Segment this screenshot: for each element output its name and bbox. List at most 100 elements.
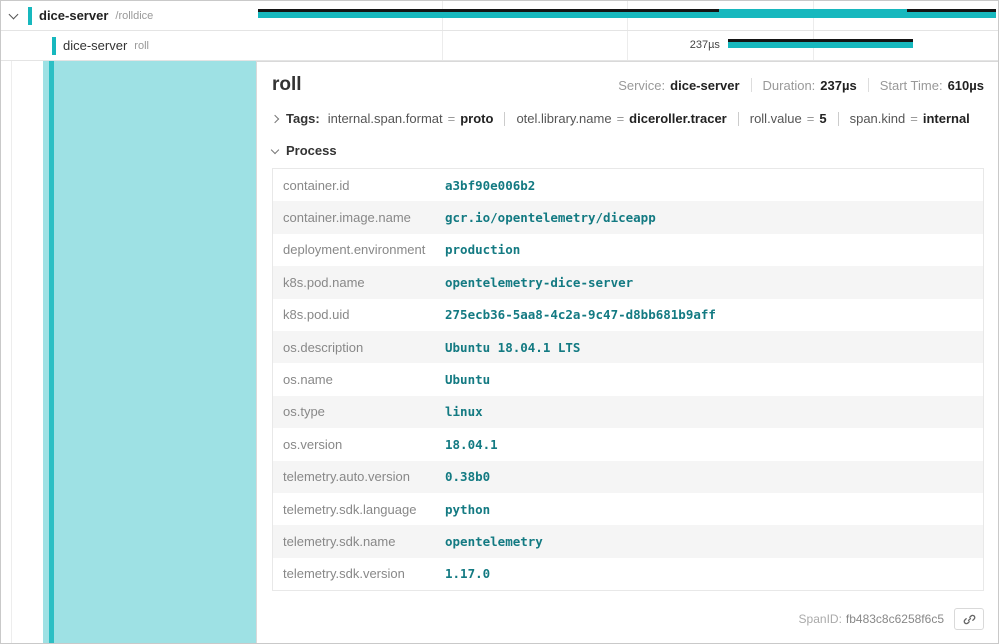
span-detail-header: roll Service: dice-server Duration: 237µ…	[272, 74, 984, 96]
duration-value: 237µs	[820, 78, 856, 93]
tag-equals: =	[448, 111, 456, 126]
span-color-indicator	[28, 7, 32, 25]
span-detail-panel: roll Service: dice-server Duration: 237µ…	[256, 61, 998, 643]
process-row: telemetry.sdk.languagepython	[273, 493, 983, 525]
span-title: roll	[272, 74, 302, 96]
kv-value: linux	[445, 404, 483, 419]
process-kv-table: container.ida3bf90e006b2 container.image…	[272, 168, 984, 591]
kv-key: os.name	[273, 372, 445, 387]
kv-value: production	[445, 242, 520, 257]
process-row: telemetry.sdk.nameopentelemetry	[273, 525, 983, 557]
span-name-root[interactable]: dice-server /rolldice	[1, 1, 256, 30]
kv-key: k8s.pod.uid	[273, 307, 445, 322]
span-name-roll[interactable]: dice-server roll	[1, 31, 256, 60]
process-row: deployment.environmentproduction	[273, 234, 983, 266]
kv-value: opentelemetry	[445, 534, 543, 549]
kv-value: 0.38b0	[445, 469, 490, 484]
tag-value: internal	[923, 111, 970, 126]
kv-value: a3bf90e006b2	[445, 178, 535, 193]
span-color-indicator	[52, 37, 56, 55]
tree-gutter	[1, 61, 43, 643]
service-name: dice-server	[63, 38, 127, 53]
span-bar-roll[interactable]	[728, 39, 913, 48]
tag-key: otel.library.name	[516, 111, 611, 126]
span-color-stripe	[49, 61, 54, 643]
tags-accordion[interactable]: Tags: internal.span.format = proto otel.…	[272, 111, 984, 126]
span-row-root[interactable]: dice-server /rolldice	[1, 1, 998, 31]
kv-key: telemetry.auto.version	[273, 469, 445, 484]
divider	[751, 78, 752, 92]
start-time-label: Start Time:	[880, 78, 943, 93]
tag-value: 5	[819, 111, 826, 126]
tag-equals: =	[910, 111, 918, 126]
process-row: telemetry.sdk.version1.17.0	[273, 558, 983, 590]
divider	[504, 112, 505, 126]
process-row: os.typelinux	[273, 396, 983, 428]
start-time-value: 610µs	[948, 78, 984, 93]
tag-value: diceroller.tracer	[629, 111, 727, 126]
kv-key: telemetry.sdk.name	[273, 534, 445, 549]
tag-equals: =	[807, 111, 815, 126]
tag-item: internal.span.format = proto	[328, 111, 494, 126]
service-name: dice-server	[39, 8, 108, 23]
selected-span-highlight[interactable]	[43, 61, 256, 643]
tree-guide-line	[11, 61, 12, 643]
tag-item: span.kind = internal	[850, 111, 970, 126]
kv-key: os.version	[273, 437, 445, 452]
kv-value: gcr.io/opentelemetry/diceapp	[445, 210, 656, 225]
grid-tick	[442, 31, 443, 60]
detail-row: roll Service: dice-server Duration: 237µ…	[1, 61, 998, 643]
tag-value: proto	[460, 111, 493, 126]
process-accordion[interactable]: Process	[272, 143, 984, 158]
link-icon	[962, 612, 977, 627]
spanid-label: SpanID:	[799, 612, 842, 626]
kv-value: Ubuntu	[445, 372, 490, 387]
grid-tick	[627, 31, 628, 60]
chevron-right-icon[interactable]	[271, 114, 279, 122]
process-row: container.ida3bf90e006b2	[273, 169, 983, 201]
kv-key: container.id	[273, 178, 445, 193]
timeline-roll: 237µs	[256, 31, 998, 60]
span-duration-label: 237µs	[690, 39, 720, 51]
process-row: k8s.pod.nameopentelemetry-dice-server	[273, 266, 983, 298]
copy-deep-link-button[interactable]	[954, 608, 984, 630]
chevron-down-icon[interactable]	[271, 145, 279, 153]
tag-item: roll.value = 5	[750, 111, 827, 126]
span-row-roll[interactable]: dice-server roll 237µs	[1, 31, 998, 61]
kv-key: k8s.pod.name	[273, 275, 445, 290]
tag-key: span.kind	[850, 111, 906, 126]
kv-value: Ubuntu 18.04.1 LTS	[445, 340, 580, 355]
process-row: telemetry.auto.version0.38b0	[273, 461, 983, 493]
span-bar-root[interactable]	[258, 9, 996, 18]
service-label: Service:	[618, 78, 665, 93]
jaeger-trace-detail-view: dice-server /rolldice dice-server roll 2…	[0, 0, 999, 644]
operation-name: roll	[134, 40, 149, 52]
process-row: os.descriptionUbuntu 18.04.1 LTS	[273, 331, 983, 363]
kv-key: container.image.name	[273, 210, 445, 225]
kv-value: 275ecb36-5aa8-4c2a-9c47-d8bb681b9aff	[445, 307, 716, 322]
tag-key: internal.span.format	[328, 111, 443, 126]
divider	[838, 112, 839, 126]
span-detail-footer: SpanID: fb483c8c6258f6c5	[272, 598, 984, 635]
process-label: Process	[286, 143, 337, 158]
divider	[868, 78, 869, 92]
process-row: k8s.pod.uid275ecb36-5aa8-4c2a-9c47-d8bb6…	[273, 299, 983, 331]
kv-value: 1.17.0	[445, 566, 490, 581]
critical-path-segment	[728, 39, 913, 42]
process-row: os.version18.04.1	[273, 428, 983, 460]
tag-item: otel.library.name = diceroller.tracer	[516, 111, 726, 126]
kv-key: os.description	[273, 340, 445, 355]
kv-value: opentelemetry-dice-server	[445, 275, 633, 290]
operation-name: /rolldice	[115, 10, 153, 22]
process-row: container.image.namegcr.io/opentelemetry…	[273, 201, 983, 233]
critical-path-segment	[258, 9, 719, 12]
kv-key: os.type	[273, 404, 445, 419]
duration-label: Duration:	[763, 78, 816, 93]
kv-key: telemetry.sdk.language	[273, 502, 445, 517]
chevron-down-icon[interactable]	[9, 9, 19, 19]
divider	[738, 112, 739, 126]
critical-path-segment	[907, 9, 996, 12]
timeline-root	[256, 1, 998, 30]
service-value: dice-server	[670, 78, 739, 93]
tag-key: roll.value	[750, 111, 802, 126]
